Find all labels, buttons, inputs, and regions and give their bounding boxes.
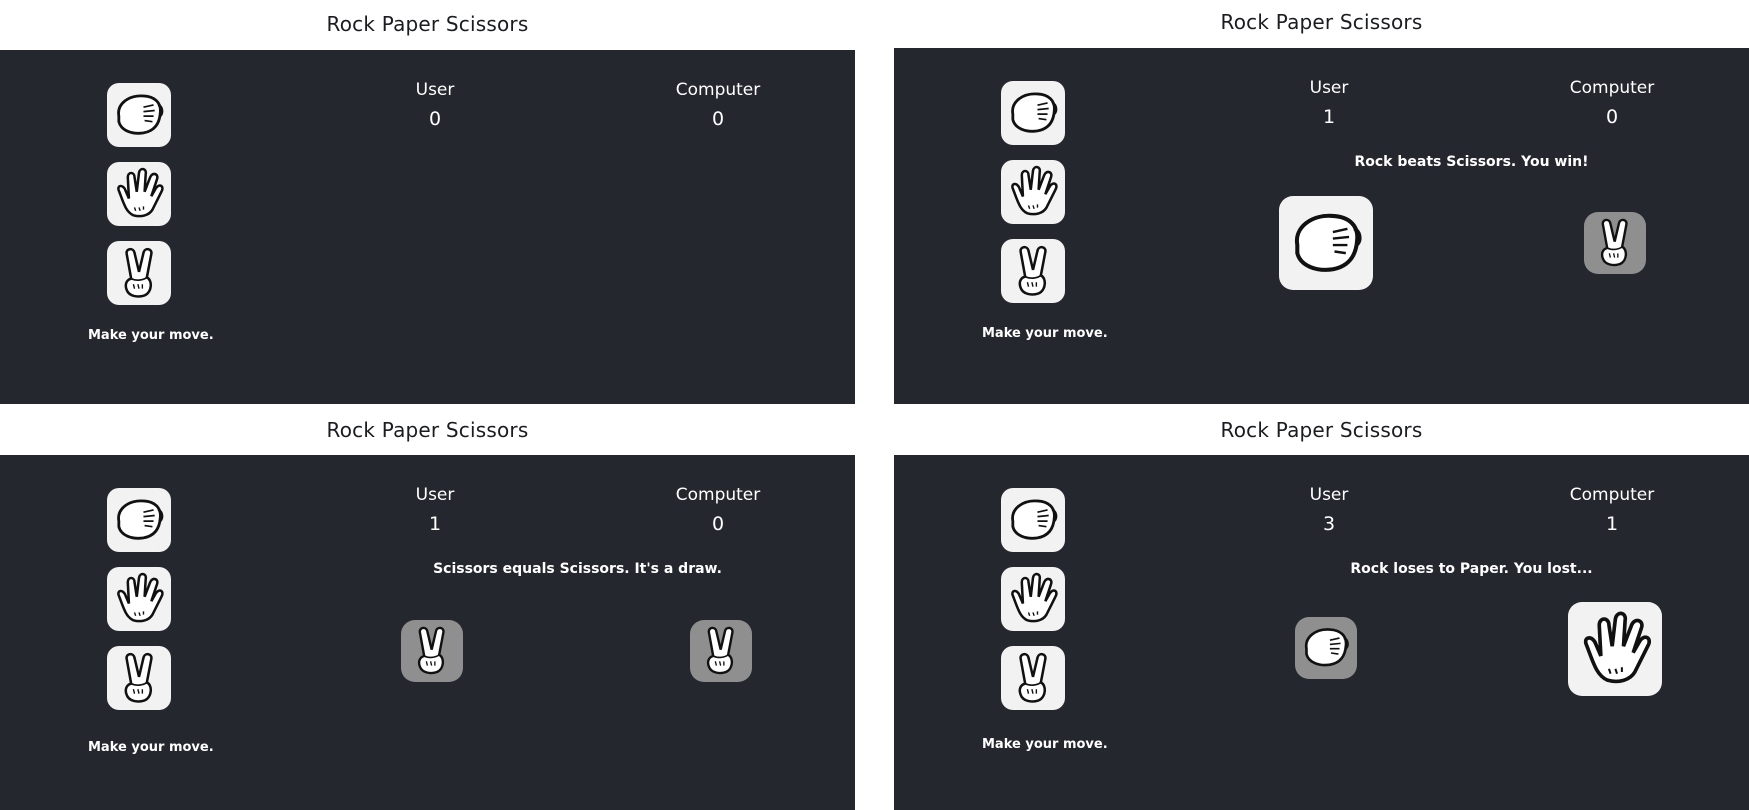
user-score-label: User (415, 485, 455, 505)
move-prompt: Make your move. (88, 740, 214, 755)
paper-button[interactable] (107, 567, 171, 631)
app-header: Rock Paper Scissors (894, 406, 1749, 455)
paper-icon (111, 166, 167, 222)
computer-score-value: 1 (1605, 513, 1619, 535)
round-result: Rock beats Scissors. You win! (1354, 154, 1589, 170)
game-board: Make your move. User 3 Computer 1 Rock l… (894, 455, 1749, 810)
computer-score-label: Computer (675, 485, 761, 505)
move-prompt: Make your move. (982, 326, 1108, 341)
paper-button[interactable] (1001, 567, 1065, 631)
scissors-icon (405, 624, 458, 677)
user-score-value: 1 (428, 513, 442, 535)
app-header: Rock Paper Scissors (894, 0, 1749, 48)
computer-pick (1568, 602, 1662, 696)
paper-button[interactable] (107, 162, 171, 226)
computer-score-value: 0 (711, 513, 725, 535)
paper-icon (1575, 609, 1656, 690)
computer-score-label: Computer (1569, 78, 1655, 98)
rock-icon (111, 492, 167, 548)
user-score-label: User (1309, 78, 1349, 98)
game-panel-2: Rock Paper Scissors Make your move. User… (894, 0, 1749, 404)
rock-icon (1299, 621, 1352, 674)
rock-icon (1005, 492, 1061, 548)
computer-score-label: Computer (1569, 485, 1655, 505)
computer-pick (690, 620, 752, 682)
choice-list (107, 488, 171, 725)
move-prompt: Make your move. (982, 737, 1108, 752)
game-panel-1: Rock Paper Scissors Make your move. User… (0, 0, 855, 404)
game-board: Make your move. User 1 Computer 0 Rock b… (894, 48, 1749, 404)
rock-button[interactable] (1001, 488, 1065, 552)
move-prompt: Make your move. (88, 328, 214, 343)
scissors-icon (1588, 216, 1641, 269)
user-pick (401, 620, 463, 682)
user-pick (1279, 196, 1373, 290)
scissors-icon (1005, 243, 1061, 299)
scissors-icon (111, 650, 167, 706)
choice-list (107, 83, 171, 320)
user-score-label: User (1309, 485, 1349, 505)
app-title: Rock Paper Scissors (1220, 10, 1423, 34)
user-score-value: 0 (428, 108, 442, 130)
user-score-value: 3 (1322, 513, 1336, 535)
paper-button[interactable] (1001, 160, 1065, 224)
scissors-icon (111, 245, 167, 301)
rock-button[interactable] (1001, 81, 1065, 145)
user-score-value: 1 (1322, 106, 1336, 128)
computer-pick (1584, 212, 1646, 274)
computer-score-label: Computer (675, 80, 761, 100)
user-pick (1295, 617, 1357, 679)
computer-score-value: 0 (711, 108, 725, 130)
app-header: Rock Paper Scissors (0, 406, 855, 455)
scissors-icon (1005, 650, 1061, 706)
rock-icon (1005, 85, 1061, 141)
choice-list (1001, 81, 1065, 318)
game-panel-3: Rock Paper Scissors Make your move. User… (0, 406, 855, 810)
paper-icon (1005, 164, 1061, 220)
computer-score-value: 0 (1605, 106, 1619, 128)
game-board: Make your move. User 1 Computer 0 Scisso… (0, 455, 855, 810)
round-result: Rock loses to Paper. You lost... (1350, 561, 1593, 577)
scissors-button[interactable] (107, 241, 171, 305)
app-title: Rock Paper Scissors (1220, 418, 1423, 442)
scissors-button[interactable] (107, 646, 171, 710)
rock-icon (1286, 203, 1367, 284)
scissors-icon (694, 624, 747, 677)
rock-button[interactable] (107, 488, 171, 552)
scissors-button[interactable] (1001, 646, 1065, 710)
choice-list (1001, 488, 1065, 725)
app-title: Rock Paper Scissors (326, 12, 529, 36)
game-board: Make your move. User 0 Computer 0 (0, 50, 855, 404)
scissors-button[interactable] (1001, 239, 1065, 303)
app-title: Rock Paper Scissors (326, 418, 529, 442)
app-header: Rock Paper Scissors (0, 0, 855, 50)
paper-icon (1005, 571, 1061, 627)
rock-icon (111, 87, 167, 143)
paper-icon (111, 571, 167, 627)
game-panel-4: Rock Paper Scissors Make your move. User… (894, 406, 1749, 810)
round-result: Scissors equals Scissors. It's a draw. (433, 561, 722, 577)
rock-button[interactable] (107, 83, 171, 147)
user-score-label: User (415, 80, 455, 100)
